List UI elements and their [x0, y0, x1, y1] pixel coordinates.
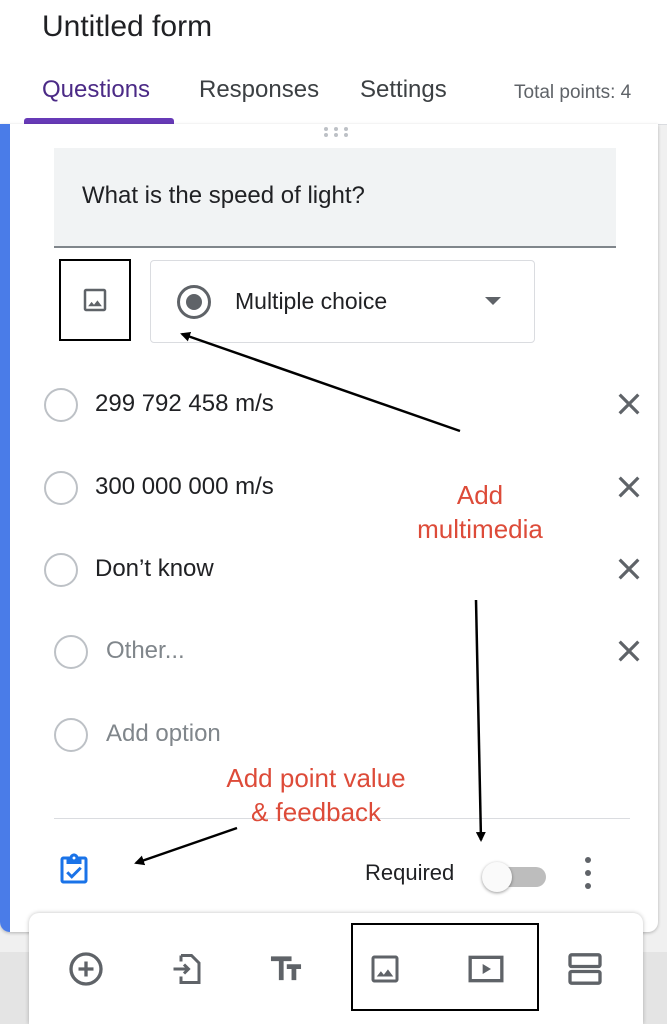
answer-key-icon[interactable]: [56, 852, 92, 888]
option-radio: [44, 471, 78, 505]
close-icon[interactable]: [613, 471, 645, 503]
add-question-icon: [69, 952, 103, 986]
add-question-button[interactable]: [64, 947, 108, 991]
question-type-label: Multiple choice: [235, 288, 388, 314]
required-label: Required: [365, 860, 455, 885]
option-radio: [44, 553, 78, 587]
add-section-button[interactable]: [563, 947, 607, 991]
option-radio: [54, 718, 88, 752]
annotation-points: Add point value & feedback: [196, 761, 436, 829]
question-type-dropdown[interactable]: Multiple choice: [150, 260, 535, 343]
other-option-label[interactable]: Other...: [106, 637, 185, 665]
option-radio: [54, 635, 88, 669]
close-icon[interactable]: [613, 388, 645, 420]
tab-questions[interactable]: Questions: [42, 76, 150, 104]
bottom-toolbar: [29, 913, 643, 1024]
option-label[interactable]: Don’t know: [95, 555, 214, 583]
annotation-points-line2: & feedback: [250, 797, 382, 827]
add-image-button[interactable]: [59, 259, 131, 341]
radio-button-icon: [177, 285, 211, 319]
image-icon: [83, 288, 107, 312]
drag-handle[interactable]: [322, 126, 352, 138]
form-header: Untitled form Questions Responses Settin…: [0, 0, 667, 125]
question-title: What is the speed of light?: [82, 182, 365, 209]
add-section-icon: [568, 953, 602, 985]
annotation-multimedia-line1: Add: [456, 480, 504, 510]
question-title-field[interactable]: What is the speed of light?: [54, 148, 616, 248]
toggle-knob: [482, 862, 512, 892]
annotation-multimedia: Add multimedia: [400, 478, 560, 546]
add-title-icon: [270, 956, 302, 981]
tab-responses[interactable]: Responses: [199, 76, 319, 104]
add-option-input[interactable]: Add option: [106, 720, 221, 748]
more-options-icon[interactable]: [578, 855, 598, 891]
media-tools-highlight-box: [351, 923, 539, 1011]
card-accent-bar: [0, 124, 10, 932]
tab-settings[interactable]: Settings: [360, 76, 447, 104]
annotation-multimedia-line2: multimedia: [417, 514, 543, 544]
option-row: Don’t know: [0, 545, 658, 595]
other-option-row: Other...: [0, 627, 658, 677]
total-points: Total points: 4: [514, 82, 632, 103]
annotation-points-line1: Add point value: [226, 763, 406, 793]
add-option-row: Add option: [0, 710, 658, 760]
close-icon[interactable]: [613, 635, 645, 667]
option-radio: [44, 388, 78, 422]
required-toggle[interactable]: [482, 862, 548, 892]
option-label[interactable]: 300 000 000 m/s: [95, 473, 274, 501]
import-questions-icon: [173, 954, 201, 984]
option-row: 299 792 458 m/s: [0, 380, 658, 430]
close-icon[interactable]: [613, 553, 645, 585]
dropdown-caret-icon: [485, 297, 501, 305]
form-title[interactable]: Untitled form: [42, 10, 212, 44]
import-questions-button[interactable]: [165, 947, 209, 991]
add-title-button[interactable]: [264, 947, 308, 991]
option-label[interactable]: 299 792 458 m/s: [95, 390, 274, 418]
